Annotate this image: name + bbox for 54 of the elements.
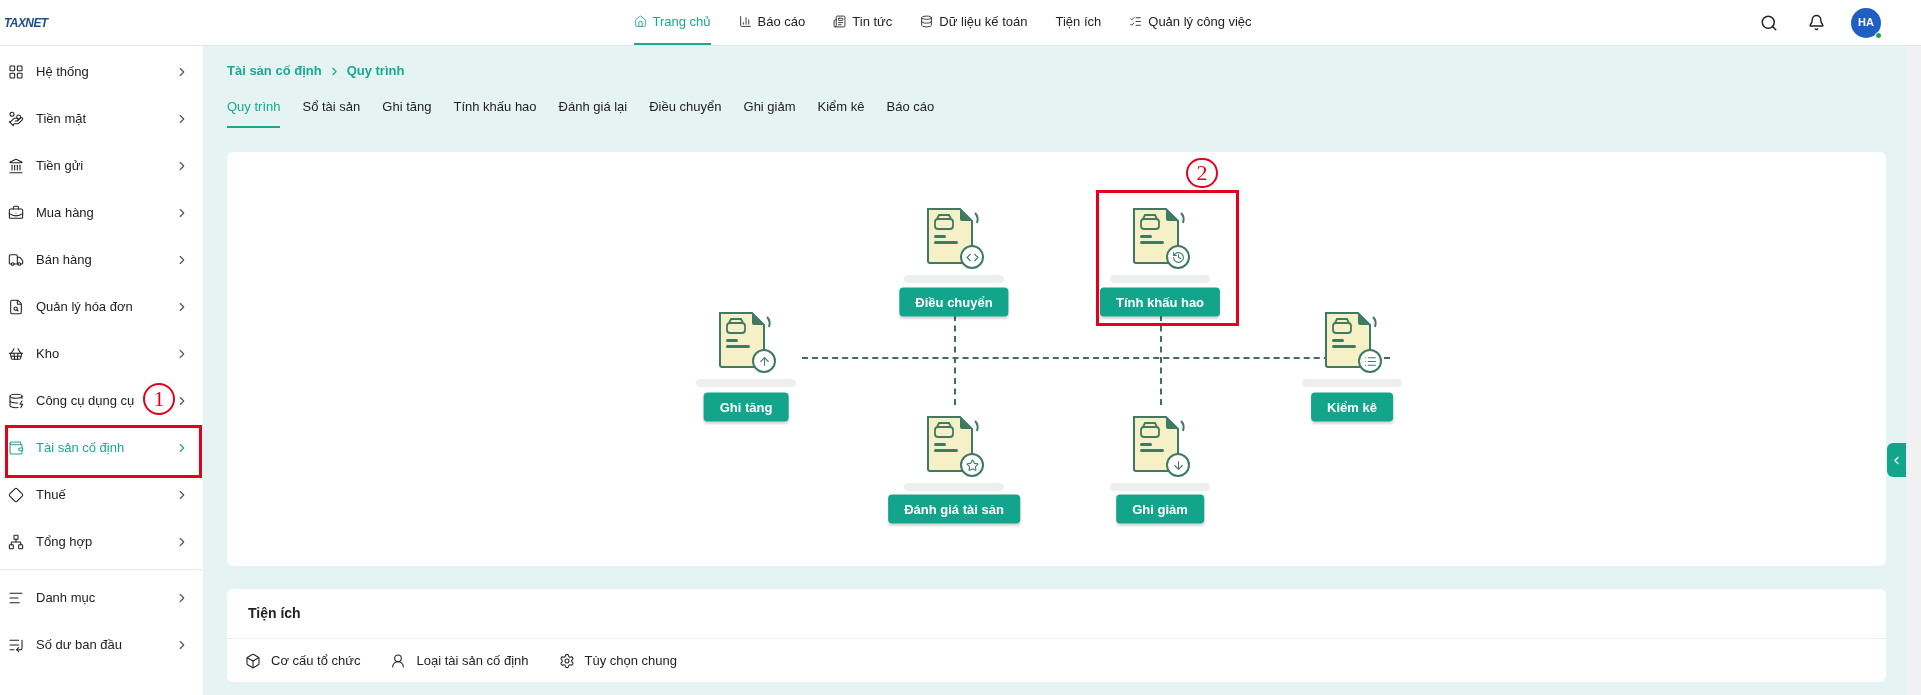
list-icon xyxy=(1129,15,1143,28)
search-icon[interactable] xyxy=(1760,13,1778,32)
sidebar-item[interactable]: Mua hàng xyxy=(36,202,94,223)
tab[interactable]: Ghi giảm xyxy=(743,88,796,128)
news-icon xyxy=(833,15,847,28)
sidebar-item[interactable]: Số dư ban đầu xyxy=(36,634,123,655)
sidebar-item[interactable]: Bán hàng xyxy=(36,249,92,270)
sidebar-item[interactable]: Tiền gửi xyxy=(36,155,84,176)
briefcase-icon xyxy=(8,204,24,221)
grid-icon xyxy=(8,63,24,80)
collapse-handle[interactable] xyxy=(1887,443,1906,477)
utility-link[interactable]: Tùy chọn chung xyxy=(558,650,678,671)
sidebar-item[interactable]: Kho xyxy=(36,343,60,364)
nav-tab[interactable]: Tin tức xyxy=(833,0,893,45)
database-icon xyxy=(920,15,934,28)
sidebar-item[interactable]: Công cụ dụng cụ xyxy=(36,390,135,411)
sidebar-item[interactable]: Tổng hợp xyxy=(36,531,93,552)
tab[interactable]: Kiểm kê xyxy=(817,88,865,128)
sidebar-item[interactable]: Thuế xyxy=(36,484,66,505)
tab[interactable]: Báo cáo xyxy=(886,88,935,128)
nav-tab[interactable]: Tiện ích xyxy=(1055,0,1102,45)
wallet-icon xyxy=(8,439,24,456)
scrollbar[interactable] xyxy=(1906,46,1921,695)
tab[interactable]: Sổ tài sản xyxy=(302,88,361,128)
bank-icon xyxy=(8,157,24,174)
nav-tab[interactable]: Dữ liệu kế toán xyxy=(920,0,1028,45)
sidebar-item[interactable]: Tiền mặt xyxy=(36,108,87,129)
bell-icon[interactable] xyxy=(1808,14,1825,31)
sidebar-item[interactable]: Quản lý hóa đơn xyxy=(36,296,133,317)
hand-cash-icon xyxy=(8,110,24,127)
utility-link[interactable]: Cơ cấu tổ chức xyxy=(245,650,361,671)
nav-tab[interactable]: Báo cáo xyxy=(738,0,806,45)
nav-tab[interactable]: Quản lý công việc xyxy=(1129,0,1252,45)
logo[interactable]: TAXNET xyxy=(4,13,48,32)
hierarchy-icon xyxy=(8,533,24,550)
settings-icon xyxy=(558,652,575,669)
truck-icon xyxy=(8,251,24,268)
document-search-icon xyxy=(8,298,24,315)
tab[interactable]: Đánh giá lại xyxy=(558,88,628,128)
tab[interactable]: Ghi tăng xyxy=(382,88,432,128)
tab[interactable]: Tính khấu hao xyxy=(453,88,537,128)
utility-link[interactable]: Loại tài sản cố định xyxy=(390,650,529,671)
database-icon xyxy=(8,392,24,409)
box-icon xyxy=(245,652,261,669)
diamond-icon xyxy=(8,486,24,503)
home-icon xyxy=(633,15,647,28)
basket-icon xyxy=(8,345,24,362)
section-title: Tiện ích xyxy=(248,604,301,623)
sidebar-item[interactable]: Hệ thống xyxy=(36,61,89,82)
sidebar-item[interactable]: Danh mục xyxy=(36,587,96,608)
user-icon xyxy=(390,652,407,669)
tab[interactable]: Điều chuyển xyxy=(649,88,722,128)
avatar[interactable]: HA xyxy=(1851,7,1881,38)
chart-icon xyxy=(738,15,752,28)
